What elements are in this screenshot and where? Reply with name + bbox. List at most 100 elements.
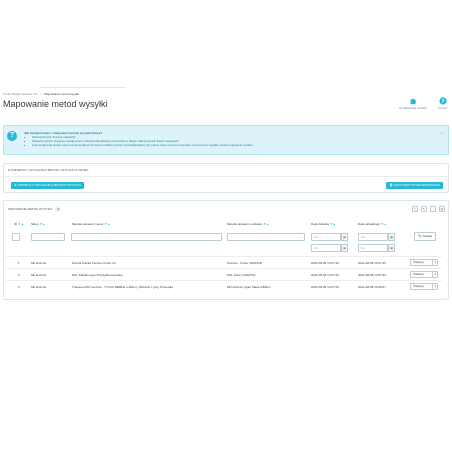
mappings-panel-title: MAPOWANIE METOD WYSYŁKI [8, 207, 53, 211]
question-icon: ? [7, 131, 17, 141]
row-cenex-method: DHL Paletki Ligos Przesyłka kurierska [72, 273, 123, 277]
date-updated-from-input[interactable]: Od [358, 233, 388, 241]
row-date-updated: 2021-08-06 14:57:56 [358, 273, 386, 277]
row-shop: Mk kuchnie [31, 273, 47, 277]
svg-text:?: ? [441, 99, 444, 105]
calendar-icon[interactable]: ▦ [388, 233, 395, 241]
bulk-select-checkbox[interactable] [12, 233, 20, 241]
row-date-added: 2021-08-06 14:57:20 [311, 261, 339, 265]
help-button[interactable]: ? Pomoc [434, 97, 452, 110]
column-header-date-updated[interactable]: Data aktualizacji▼▲ [358, 222, 387, 226]
delete-all-mappings-label: USUŃ WSZYSTKIE MAPOWANIA [393, 183, 440, 187]
edit-button[interactable]: ✎Edytuj ▾ [410, 259, 438, 266]
shop-method-filter-value: -- [230, 235, 232, 239]
calendar-icon[interactable]: ▦ [341, 244, 348, 252]
row-date-added: 2021-08-06 14:57:00 [311, 285, 339, 289]
sort-icon[interactable]: ▼▲ [40, 222, 46, 226]
search-button[interactable]: 🔍︎ Szukaj [414, 232, 436, 241]
row-id: 1 [18, 261, 20, 265]
more-icon[interactable]: ⋯ [430, 206, 436, 212]
info-alert: ? Jak zaimportować i zmapować metody wys… [3, 125, 449, 155]
row-shop-method: DHL Kurier (GRATIS) [227, 273, 256, 277]
edit-label: Edytuj [415, 284, 424, 288]
shop-filter-value: -- [34, 235, 36, 239]
module-config-label: Konfiguracja modułu [399, 106, 427, 110]
cenex-method-filter-input[interactable] [71, 233, 222, 241]
column-header-date-updated-label: Data aktualizacji [358, 222, 380, 226]
date-updated-to-placeholder: Do [361, 246, 365, 250]
puzzle-icon [410, 98, 417, 105]
sql-icon[interactable]: ▤ [439, 206, 445, 212]
edit-label: Edytuj [415, 260, 424, 264]
column-header-date-added[interactable]: Data dodania▼▲ [311, 222, 336, 226]
alert-steps: Naciśnij przycisk "Importuj i aktualizuj… [32, 136, 253, 148]
search-button-label: Szukaj [422, 234, 432, 238]
row-actions-dropdown[interactable]: ▾ [432, 272, 436, 277]
row-shop: Mk kuchnie [31, 261, 47, 265]
header-divider [40, 87, 126, 88]
page-title: Mapowanie metod wysyłki [3, 99, 108, 109]
breadcrumb-item-current: Mapowanie metod wysyłki [44, 92, 80, 96]
sort-icon[interactable]: ▼▲ [18, 222, 24, 226]
date-updated-to-input[interactable]: Do [358, 244, 388, 252]
row-id: 2 [18, 273, 20, 277]
sort-icon[interactable]: ▼▲ [104, 222, 110, 226]
help-icon: ? [439, 97, 447, 105]
shop-method-filter-select[interactable]: -- ⌄ [227, 233, 305, 241]
row-shop: Mk kuchnie [31, 285, 47, 289]
breadcrumb-separator: / [40, 92, 42, 96]
column-header-date-added-label: Data dodania [311, 222, 329, 226]
chevron-down-icon: ⌄ [299, 235, 302, 239]
panel-divider [4, 176, 448, 177]
row-date-updated: 2021-08-06 14:57:45 [358, 261, 386, 265]
column-header-shop-method[interactable]: Metoda dostawy w sklepie▼▲ [227, 222, 269, 226]
module-config-button[interactable]: Konfiguracja modułu [392, 97, 434, 110]
calendar-icon[interactable]: ▦ [388, 244, 395, 252]
row-date-updated: 2021-08-08 14:08:07 [358, 285, 386, 289]
alert-title: Jak zaimportować i zmapować metody wysył… [24, 131, 103, 135]
panel-actions: ⇩ ↻ ⋯ ▤ [412, 206, 445, 212]
date-added-to-placeholder: Do [314, 246, 318, 250]
sort-icon[interactable]: ▼▲ [263, 222, 269, 226]
help-label: Pomoc [438, 106, 448, 110]
column-header-id[interactable]: ID▼▲ [14, 222, 24, 226]
export-icon[interactable]: ⇩ [412, 206, 418, 212]
chevron-down-icon: ⌄ [59, 235, 62, 239]
import-panel-title: IMPORTUJ / AKTUALIZUJ METODY WYSYŁKI Z C… [11, 168, 89, 172]
date-added-to-input[interactable]: Do [311, 244, 341, 252]
column-header-id-label: ID [14, 222, 17, 226]
mappings-panel-heading: MAPOWANIE METOD WYSYŁKI 3 [8, 207, 62, 211]
refresh-icon[interactable]: ↻ [421, 206, 427, 212]
sort-icon[interactable]: ▼▲ [381, 222, 387, 226]
alert-close-button[interactable]: × [440, 131, 443, 137]
column-header-cenex-method-label: Metoda dostawy Cenex [72, 222, 104, 226]
column-header-shop[interactable]: Sklep▼▲ [31, 222, 45, 226]
date-added-from-placeholder: Od [314, 235, 319, 239]
import-methods-label: IMPORTUJ / AKTUALIZUJ METODY WYSYŁKI [17, 183, 81, 187]
shop-filter-select[interactable]: -- ⌄ [31, 233, 65, 241]
edit-label: Edytuj [415, 272, 424, 276]
calendar-icon[interactable]: ▦ [341, 233, 348, 241]
row-shop-method: Pocztex - Kurier (GRATIS) [227, 261, 263, 265]
date-updated-from-placeholder: Od [361, 235, 366, 239]
edit-button[interactable]: ✎Edytuj ▾ [410, 271, 438, 278]
row-id: 3 [18, 285, 20, 289]
row-date-added: 2021-08-06 14:57:20 [311, 273, 339, 277]
breadcrumb-item-module[interactable]: Cenex Broker Service Pro [3, 92, 38, 96]
row-divider [6, 268, 442, 269]
column-header-cenex-method[interactable]: Metoda dostawy Cenex▼▲ [72, 222, 110, 226]
row-actions-dropdown[interactable]: ▾ [432, 260, 436, 265]
import-panel-heading: ⇄ IMPORTUJ / AKTUALIZUJ METODY WYSYŁKI Z… [8, 168, 89, 172]
row-cenex-method: Transport MO kuchnie - TYLKO MEBLE (+38k… [72, 285, 173, 289]
delete-all-mappings-button[interactable]: 🗑 USUŃ WSZYSTKIE MAPOWANIA [386, 182, 443, 189]
count-badge: 3 [55, 207, 62, 211]
row-divider [6, 280, 442, 281]
sort-icon[interactable]: ▼▲ [330, 222, 336, 226]
import-methods-button[interactable]: ⬇ IMPORTUJ / AKTUALIZUJ METODY WYSYŁKI [11, 182, 84, 189]
row-actions-dropdown[interactable]: ▾ [432, 284, 436, 289]
date-added-from-input[interactable]: Od [311, 233, 341, 241]
page: Cenex Broker Service Pro / Mapowanie met… [0, 0, 452, 452]
edit-button[interactable]: ✎Edytuj ▾ [410, 283, 438, 290]
row-divider [6, 256, 442, 257]
import-panel: ⇄ IMPORTUJ / AKTUALIZUJ METODY WYSYŁKI Z… [3, 163, 449, 193]
